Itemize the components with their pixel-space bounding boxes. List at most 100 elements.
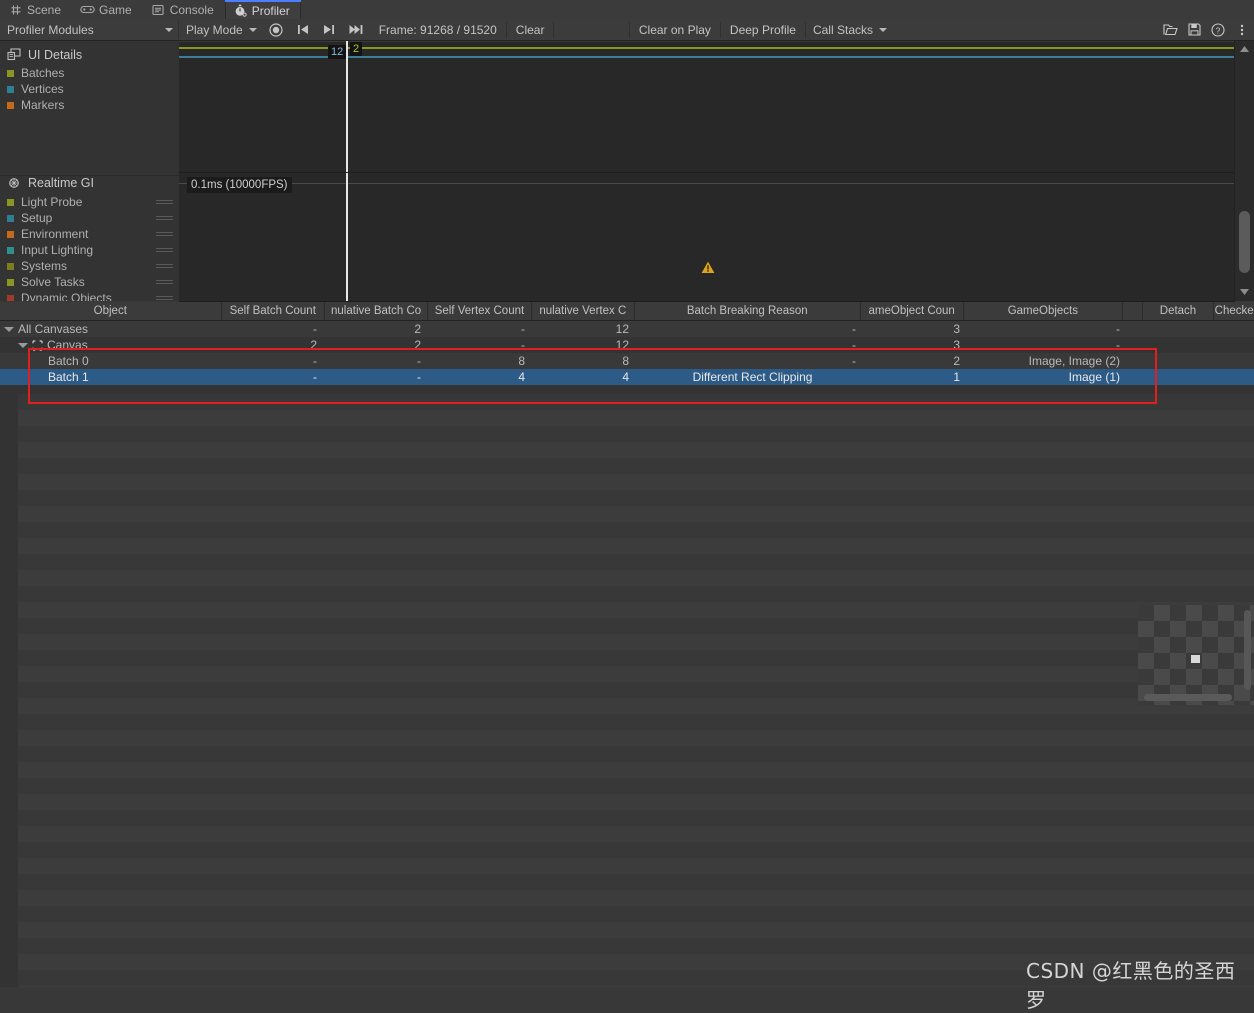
chevron-down-icon (165, 27, 173, 32)
chart-realtime-gi[interactable]: 0.1ms (10000FPS) (179, 173, 1235, 302)
ui-details-table: Object Self Batch Count nulative Batch C… (0, 302, 1254, 401)
cell-gameobjects: Image (1) (1068, 370, 1120, 384)
drag-handle-icon[interactable] (156, 230, 173, 238)
record-button[interactable] (262, 20, 290, 39)
counter-light-probe[interactable]: Light Probe (0, 194, 179, 210)
module-header[interactable]: Realtime GI (0, 172, 179, 194)
drag-handle-icon[interactable] (156, 262, 173, 270)
module-ui-details[interactable]: UI Details Batches Vertices Markers (0, 44, 179, 113)
counter-vertices[interactable]: Vertices (0, 81, 179, 97)
jump-to-latest-frame-button[interactable] (342, 20, 370, 39)
scrollbar-thumb[interactable] (1239, 211, 1250, 273)
help-button[interactable]: ? (1206, 20, 1230, 39)
window-menu-button[interactable] (1230, 20, 1254, 39)
color-swatch (7, 85, 14, 93)
tab-profiler[interactable]: Profiler (224, 0, 301, 19)
tab-label: Scene (27, 2, 62, 17)
cell-gameobject-count: 3 (953, 322, 960, 336)
counter-input-lighting[interactable]: Input Lighting (0, 242, 179, 258)
profiler-modules-dropdown[interactable]: Profiler Modules (0, 20, 179, 39)
module-realtime-gi[interactable]: Realtime GI Light Probe Setup Environmen… (0, 172, 179, 301)
canvas-icon (32, 339, 43, 351)
counter-label: Batches (21, 66, 65, 80)
kebab-menu-icon (1240, 23, 1244, 37)
row-object-name: Canvas (47, 338, 88, 352)
counter-label: Environment (21, 227, 89, 241)
column-header-batch-breaking-reason[interactable]: Batch Breaking Reason (635, 302, 861, 320)
color-swatch (7, 198, 14, 206)
column-header-cumulative-batch-count[interactable]: nulative Batch Co (325, 302, 429, 320)
save-profile-button[interactable] (1182, 20, 1206, 39)
drag-handle-icon[interactable] (156, 246, 173, 254)
column-header-self-batch-count[interactable]: Self Batch Count (222, 302, 325, 320)
column-header-gameobjects[interactable]: GameObjects (964, 302, 1123, 320)
cell-self-batch-count: - (313, 370, 317, 384)
stopwatch-icon (234, 4, 247, 17)
tab-label: Profiler (251, 3, 290, 18)
table-header-row: Object Self Batch Count nulative Batch C… (0, 302, 1254, 321)
drag-handle-icon[interactable] (156, 278, 173, 286)
counter-systems[interactable]: Systems (0, 258, 179, 274)
step-back-icon (297, 24, 309, 35)
cell-cumulative-vertex-count: 4 (622, 370, 629, 384)
column-header-gameobject-count[interactable]: ameObject Coun (861, 302, 964, 320)
cell-cumulative-vertex-count: 12 (615, 338, 629, 352)
console-icon (152, 3, 165, 16)
counter-solve-tasks[interactable]: Solve Tasks (0, 274, 179, 290)
scroll-down-arrow-icon[interactable] (1235, 285, 1254, 299)
load-profile-button[interactable] (1158, 20, 1182, 39)
module-title: Realtime GI (28, 176, 94, 190)
scroll-up-arrow-icon[interactable] (1235, 42, 1254, 56)
foldout-arrow-icon[interactable] (18, 342, 28, 348)
cell-gameobject-count: 3 (953, 338, 960, 352)
cell-self-batch-count: 2 (310, 338, 317, 352)
color-swatch (7, 278, 14, 286)
charts-vertical-scrollbar[interactable] (1234, 41, 1254, 301)
counter-dynamic-objects[interactable]: Dynamic Objects (0, 290, 179, 301)
drag-handle-icon[interactable] (156, 214, 173, 222)
clear-on-play-toggle[interactable]: Clear on Play (630, 23, 720, 37)
call-stacks-dropdown[interactable]: Call Stacks (806, 20, 890, 39)
save-disk-icon (1187, 23, 1201, 36)
column-header-object[interactable]: Object (0, 302, 222, 320)
deep-profile-toggle[interactable]: Deep Profile (721, 23, 805, 37)
clear-button[interactable]: Clear (507, 23, 554, 37)
tab-game[interactable]: Game (72, 0, 143, 19)
preview-vertical-scrollbar[interactable] (1244, 610, 1251, 690)
table-row[interactable]: Batch 1 - - 4 4 Different Rect Clipping … (0, 369, 1254, 385)
chart-playhead[interactable] (346, 173, 348, 301)
counter-label: Input Lighting (21, 243, 94, 257)
chart-playhead[interactable] (346, 41, 348, 172)
chart-ui-details[interactable]: 12 2 (179, 41, 1235, 173)
table-row[interactable]: All Canvases - 2 - 12 - 3 - (0, 321, 1254, 337)
profiler-details-body (0, 394, 1254, 987)
chart-value-label-batches: 2 (350, 42, 363, 56)
chart-scale-label: 0.1ms (10000FPS) (187, 177, 292, 193)
preview-sprite (1191, 655, 1200, 663)
counter-environment[interactable]: Environment (0, 226, 179, 242)
preview-horizontal-scrollbar[interactable] (1144, 694, 1232, 701)
previous-frame-button[interactable] (290, 20, 316, 39)
column-header-detach[interactable]: Detach (1143, 302, 1215, 320)
tab-console[interactable]: Console (143, 0, 225, 19)
counter-batches[interactable]: Batches (0, 65, 179, 81)
counter-markers[interactable]: Markers (0, 97, 179, 113)
column-header-checkered[interactable]: Checke (1214, 302, 1254, 320)
foldout-arrow-icon[interactable] (4, 326, 14, 332)
tab-scene[interactable]: Scene (0, 0, 72, 19)
drag-handle-icon[interactable] (156, 198, 173, 206)
drag-handle-icon[interactable] (156, 294, 173, 301)
play-mode-dropdown[interactable]: Play Mode (179, 20, 262, 39)
next-frame-button[interactable] (316, 20, 342, 39)
counter-setup[interactable]: Setup (0, 210, 179, 226)
color-swatch (7, 230, 14, 238)
warning-triangle-icon[interactable] (701, 261, 715, 274)
module-header[interactable]: UI Details (0, 44, 179, 65)
table-row[interactable]: Canvas 2 2 - 12 - 3 - (0, 337, 1254, 353)
checkered-preview-panel[interactable] (1138, 605, 1254, 705)
realtime-gi-icon (7, 176, 21, 190)
cell-cumulative-batch-count: 2 (414, 322, 421, 336)
column-header-self-vertex-count[interactable]: Self Vertex Count (428, 302, 532, 320)
column-header-cumulative-vertex-count[interactable]: nulative Vertex C (532, 302, 635, 320)
table-row[interactable]: Batch 0 - - 8 8 - 2 Image, Image (2) (0, 353, 1254, 369)
